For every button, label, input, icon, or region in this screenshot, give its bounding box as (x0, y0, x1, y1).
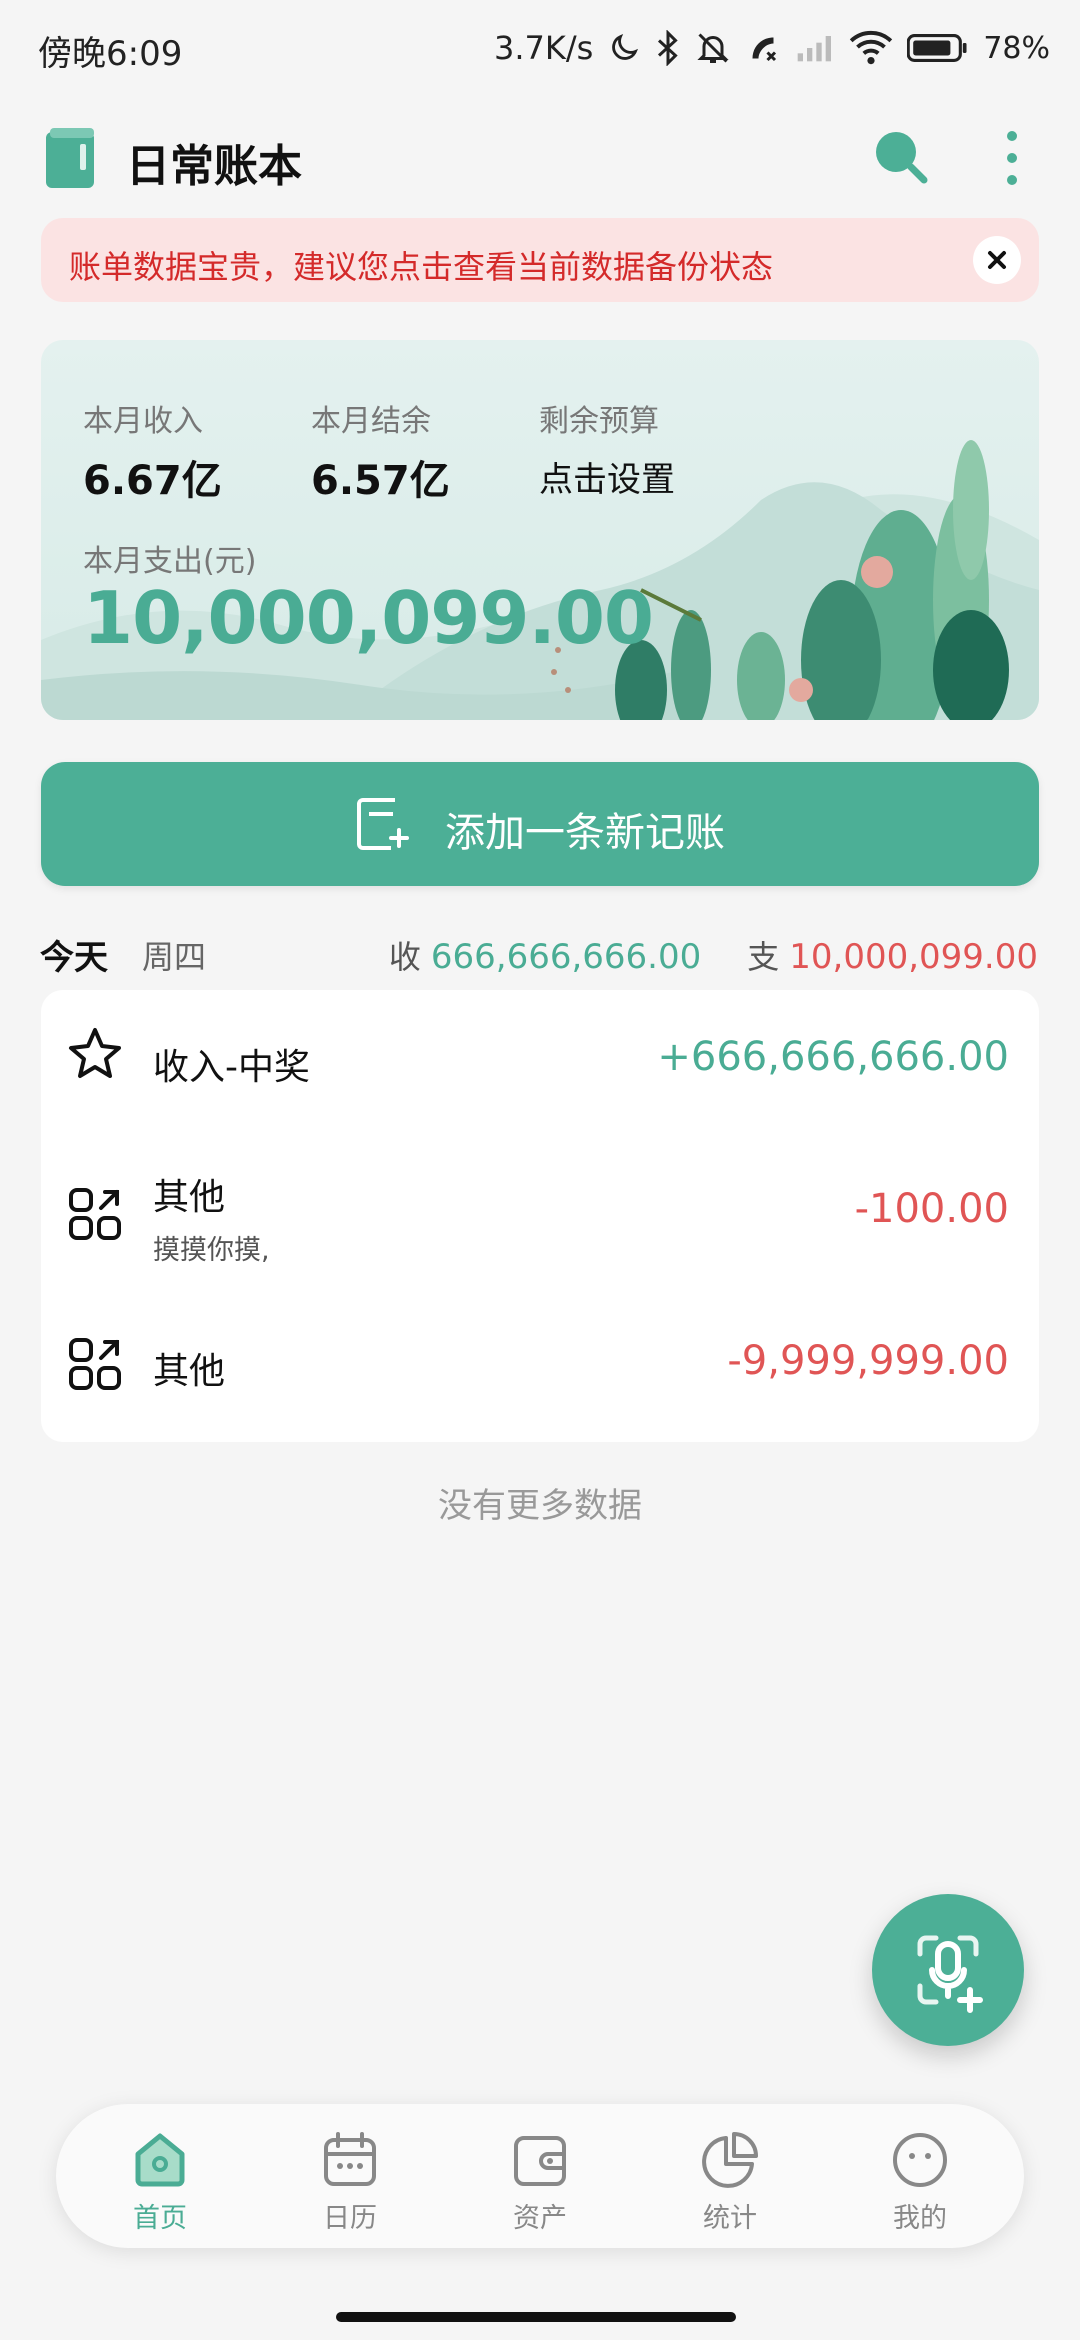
nav-statistics[interactable]: 统计 (660, 2122, 800, 2242)
other-category-icon (69, 1188, 121, 1240)
list-item[interactable]: 收入-中奖 +666,666,666.00 (41, 990, 1039, 1140)
monthly-summary-card: 本月收入 6.67亿 本月结余 6.57亿 剩余预算 点击设置 本月支出(元) … (41, 340, 1039, 720)
income-label: 本月收入 (83, 404, 203, 439)
record-list: 收入-中奖 +666,666,666.00 其他 摸摸你摸, -100.00 其… (41, 990, 1039, 1442)
nav-label: 资产 (513, 2203, 567, 2234)
record-amount: +666,666,666.00 (657, 1034, 1009, 1080)
balance-value: 6.57亿 (311, 458, 450, 504)
day-header-weekday: 周四 (142, 938, 207, 976)
expense-value: 10,000,099.00 (83, 576, 654, 660)
status-time: 傍晚6:09 (38, 34, 183, 74)
wifi-icon (850, 30, 893, 65)
nav-profile[interactable]: 我的 (850, 2122, 990, 2242)
record-amount: -100.00 (854, 1186, 1009, 1232)
day-expense-total: 10,000,099.00 (789, 937, 1038, 977)
wallet-icon (514, 2136, 566, 2186)
moon-icon (612, 33, 639, 60)
nav-label: 首页 (133, 2203, 187, 2234)
bluetooth-icon (658, 30, 678, 66)
day-header-today: 今天 (40, 938, 108, 978)
day-expense-label: 支 (747, 938, 780, 976)
search-icon[interactable] (870, 126, 930, 186)
record-note: 摸摸你摸, (153, 1235, 270, 1266)
app-title: 日常账本 (126, 141, 302, 192)
voice-add-icon (917, 1935, 983, 2013)
notice-text: 账单数据宝贵，建议您点击查看当前数据备份状态 (69, 248, 774, 286)
add-record-label: 添加一条新记账 (445, 810, 725, 856)
home-icon (135, 2133, 185, 2187)
list-item[interactable]: 其他 -9,999,999.00 (41, 1290, 1039, 1440)
expense-label: 本月支出(元) (83, 544, 257, 579)
other-category-icon (69, 1338, 121, 1390)
pie-chart-icon (702, 2132, 758, 2188)
battery-percent: 78% (983, 30, 1050, 66)
more-vertical-icon[interactable] (990, 126, 1034, 190)
nav-home[interactable]: 首页 (90, 2122, 230, 2242)
record-title: 收入-中奖 (153, 1047, 310, 1088)
day-totals: 收 666,666,666.00 支 10,000,099.00 (389, 932, 1038, 978)
list-item[interactable]: 其他 摸摸你摸, -100.00 (41, 1140, 1039, 1290)
bell-off-icon (697, 33, 729, 63)
calendar-icon (324, 2132, 376, 2186)
record-title: 其他 (153, 1177, 226, 1218)
nav-assets[interactable]: 资产 (470, 2122, 610, 2242)
record-title: 其他 (153, 1351, 226, 1392)
add-record-icon (357, 798, 409, 850)
voice-add-button[interactable] (872, 1894, 1024, 2046)
close-icon (988, 251, 1006, 269)
home-indicator[interactable] (336, 2312, 736, 2322)
book-logo-icon (46, 128, 94, 188)
day-income-label: 收 (388, 938, 421, 976)
network-speed: 3.7K/s (493, 29, 594, 67)
add-record-button[interactable]: 添加一条新记账 (41, 762, 1039, 886)
bottom-nav: 首页 日历 资产 统计 我的 (56, 2104, 1024, 2248)
budget-label: 剩余预算 (539, 404, 659, 439)
backup-notice-banner[interactable]: 账单数据宝贵，建议您点击查看当前数据备份状态 (41, 218, 1039, 302)
status-bar: 傍晚6:09 3.7K/s 78% (0, 0, 1080, 96)
record-amount: -9,999,999.00 (727, 1338, 1009, 1384)
nav-label: 统计 (703, 2203, 757, 2234)
notice-close-button[interactable] (973, 236, 1021, 284)
nav-label: 日历 (323, 2203, 377, 2234)
profile-icon (893, 2133, 947, 2187)
day-income-total: 666,666,666.00 (430, 937, 702, 977)
income-value: 6.67亿 (83, 458, 222, 504)
battery-icon (907, 34, 967, 62)
budget-set-link[interactable]: 点击设置 (539, 452, 675, 501)
list-end-text: 没有更多数据 (438, 1486, 642, 1526)
nav-label: 我的 (893, 2203, 947, 2234)
nav-calendar[interactable]: 日历 (280, 2122, 420, 2242)
prize-icon (69, 1028, 121, 1078)
call-icon (752, 37, 777, 62)
status-icons: 3.7K/s 78% (494, 22, 1050, 74)
balance-label: 本月结余 (311, 404, 431, 439)
signal-icon (797, 36, 832, 62)
